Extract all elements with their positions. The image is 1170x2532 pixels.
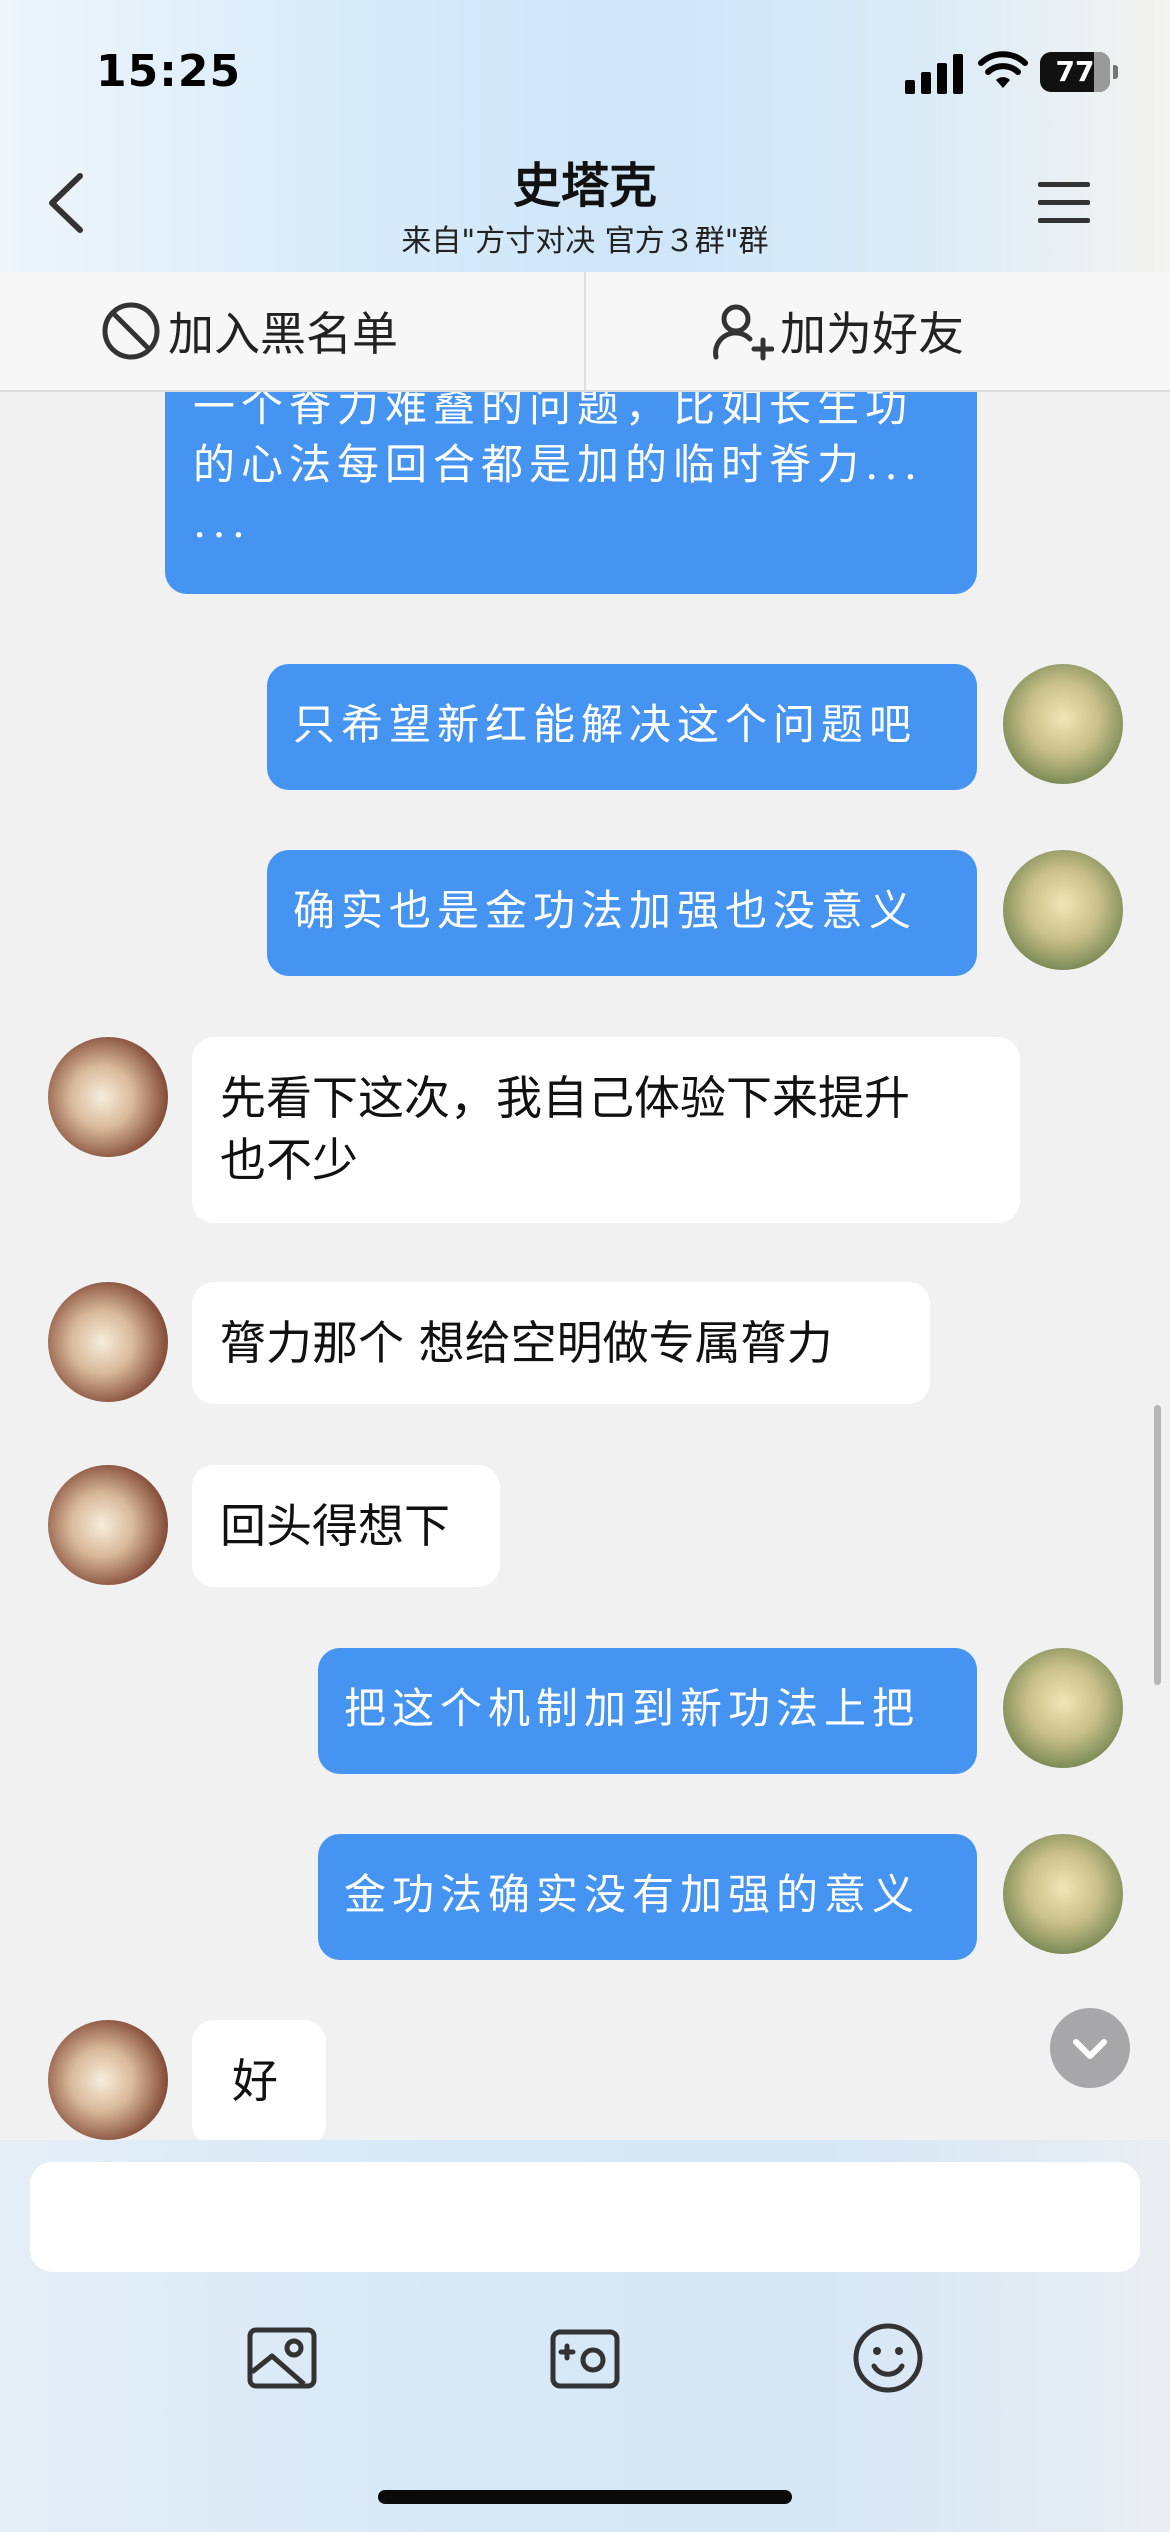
- message-line: 一个脊力难叠的问题，比如长生功: [193, 392, 914, 431]
- add-to-blacklist-button[interactable]: 加入黑名单: [100, 272, 398, 390]
- my-avatar[interactable]: [1003, 1648, 1123, 1768]
- emoji-icon[interactable]: [848, 2318, 928, 2398]
- photo-icon[interactable]: [242, 2318, 322, 2398]
- outgoing-message-bubble[interactable]: 确实也是金功法加强也没意义: [267, 850, 977, 976]
- contact-avatar[interactable]: [48, 1282, 168, 1402]
- chat-message-list[interactable]: 一个脊力难叠的问题，比如长生功 的心法每回合都是加的临时脊力... ... 只希…: [0, 392, 1170, 2140]
- message-line: 先看下这次，我自己体验下来提升: [220, 1071, 910, 1125]
- cellular-signal-icon: [905, 52, 965, 94]
- camera-icon[interactable]: [545, 2318, 625, 2398]
- scroll-to-bottom-button[interactable]: [1050, 2008, 1130, 2088]
- battery-icon: 77: [1040, 52, 1118, 92]
- incoming-message-bubble[interactable]: 回头得想下: [192, 1465, 500, 1587]
- incoming-message-bubble[interactable]: 好: [192, 2020, 326, 2140]
- message-line: 只希望新红能解决这个问题吧: [293, 700, 918, 749]
- chevron-down-icon: [1073, 2039, 1107, 2059]
- nav-bar: 史塔克 来自"方寸对决 官方３群"群: [0, 140, 1170, 272]
- add-to-blacklist-label: 加入黑名单: [168, 307, 398, 361]
- home-indicator[interactable]: [378, 2490, 792, 2504]
- message-line: 回头得想下: [220, 1499, 450, 1553]
- message-line: 也不少: [220, 1133, 358, 1187]
- outgoing-message-bubble[interactable]: 只希望新红能解决这个问题吧: [267, 664, 977, 790]
- add-user-icon: [713, 304, 774, 361]
- message-line: 好: [232, 2054, 278, 2108]
- message-line: 把这个机制加到新功法上把: [344, 1684, 921, 1733]
- battery-percentage: 77: [1055, 55, 1095, 88]
- contact-action-bar: 加入黑名单 加为好友: [0, 272, 1170, 392]
- status-time: 15:25: [96, 46, 242, 97]
- contact-avatar[interactable]: [48, 1037, 168, 1157]
- outgoing-message-bubble[interactable]: 一个脊力难叠的问题，比如长生功 的心法每回合都是加的临时脊力... ...: [165, 392, 977, 594]
- incoming-message-bubble[interactable]: 膂力那个 想给空明做专属膂力: [192, 1282, 930, 1404]
- add-friend-label: 加为好友: [780, 307, 964, 361]
- message-line: 确实也是金功法加强也没意义: [293, 886, 918, 935]
- message-line: 膂力那个 想给空明做专属膂力: [220, 1316, 833, 1370]
- outgoing-message-bubble[interactable]: 把这个机制加到新功法上把: [318, 1648, 977, 1774]
- wifi-icon: [978, 51, 1028, 88]
- page-subtitle: 来自"方寸对决 官方３群"群: [401, 224, 769, 259]
- add-friend-button[interactable]: 加为好友: [710, 272, 964, 390]
- message-line: ...: [193, 498, 252, 547]
- incoming-message-bubble[interactable]: 先看下这次，我自己体验下来提升 也不少: [192, 1037, 1020, 1223]
- hamburger-menu-icon[interactable]: [1038, 178, 1090, 228]
- my-avatar[interactable]: [1003, 1834, 1123, 1954]
- action-divider: [584, 272, 586, 390]
- page-title: 史塔克: [512, 158, 657, 214]
- message-line: 金功法确实没有加强的意义: [344, 1870, 921, 1919]
- chat-scrollbar[interactable]: [1154, 1405, 1161, 1685]
- message-line: 的心法每回合都是加的临时脊力...: [193, 440, 924, 489]
- contact-avatar[interactable]: [48, 1465, 168, 1585]
- contact-avatar[interactable]: [48, 2020, 168, 2140]
- message-input[interactable]: [30, 2162, 1140, 2272]
- outgoing-message-bubble[interactable]: 金功法确实没有加强的意义: [318, 1834, 977, 1960]
- my-avatar[interactable]: [1003, 850, 1123, 970]
- block-icon: [102, 302, 160, 360]
- my-avatar[interactable]: [1003, 664, 1123, 784]
- status-bar: 15:25 77: [0, 0, 1170, 140]
